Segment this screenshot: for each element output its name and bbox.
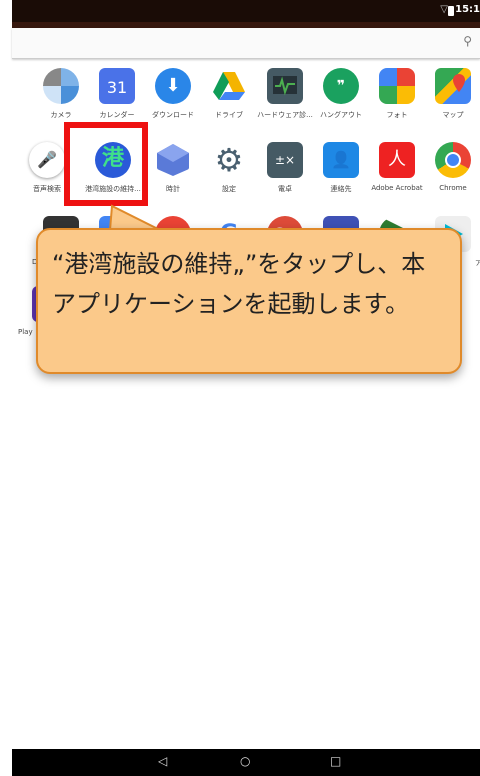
callout-text: “港湾施設の維持„”をタップし、本アプリケーションを起動します。	[52, 250, 426, 318]
callout-pointer	[108, 204, 161, 231]
instruction-callout: “港湾施設の維持„”をタップし、本アプリケーションを起動します。	[36, 228, 462, 374]
